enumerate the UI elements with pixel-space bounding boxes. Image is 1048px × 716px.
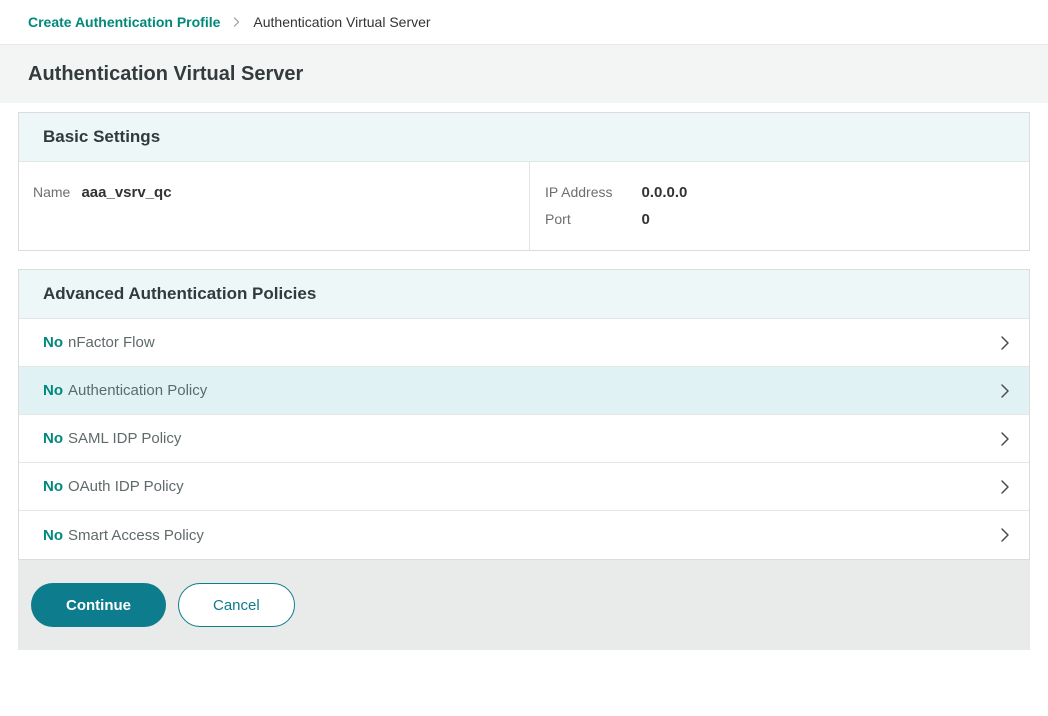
policy-row-saml-idp-policy[interactable]: No SAML IDP Policy: [19, 415, 1029, 463]
page-header: Authentication Virtual Server: [0, 45, 1048, 103]
name-field: Name aaa_vsrv_qc: [33, 179, 515, 206]
advanced-policies-title: Advanced Authentication Policies: [43, 284, 316, 304]
policy-count: No: [43, 430, 63, 447]
policy-row-nfactor-flow[interactable]: No nFactor Flow: [19, 319, 1029, 367]
advanced-policies-header: Advanced Authentication Policies: [19, 270, 1029, 319]
ip-address-value: 0.0.0.0: [642, 184, 688, 201]
chevron-right-icon: [231, 16, 242, 28]
breadcrumb-current: Authentication Virtual Server: [253, 14, 430, 30]
ip-address-field: IP Address 0.0.0.0: [545, 179, 1014, 206]
name-value: aaa_vsrv_qc: [81, 184, 171, 201]
chevron-right-icon: [997, 478, 1013, 496]
action-bar: Continue Cancel: [18, 560, 1030, 650]
basic-settings-card: Basic Settings Name aaa_vsrv_qc IP Addre…: [18, 112, 1030, 251]
advanced-authentication-policies-card: Advanced Authentication Policies No nFac…: [18, 269, 1030, 560]
name-label: Name: [33, 179, 77, 206]
policy-label: Authentication Policy: [68, 382, 207, 399]
basic-settings-right-column: IP Address 0.0.0.0 Port 0: [530, 162, 1029, 250]
breadcrumb-link-create-authentication-profile[interactable]: Create Authentication Profile: [28, 14, 220, 30]
policy-list: No nFactor Flow No Authentication Policy…: [19, 319, 1029, 559]
basic-settings-left-column: Name aaa_vsrv_qc: [19, 162, 530, 250]
cancel-button[interactable]: Cancel: [178, 583, 295, 627]
port-label: Port: [545, 206, 637, 233]
policy-count: No: [43, 382, 63, 399]
policy-count: No: [43, 527, 63, 544]
policy-label: Smart Access Policy: [68, 527, 204, 544]
basic-settings-header: Basic Settings: [19, 113, 1029, 162]
policy-label: nFactor Flow: [68, 334, 155, 351]
policy-row-smart-access-policy[interactable]: No Smart Access Policy: [19, 511, 1029, 559]
breadcrumb: Create Authentication Profile Authentica…: [0, 0, 1048, 45]
chevron-right-icon: [997, 334, 1013, 352]
policy-count: No: [43, 478, 63, 495]
basic-settings-body: Name aaa_vsrv_qc IP Address 0.0.0.0 Port…: [19, 162, 1029, 250]
policy-row-oauth-idp-policy[interactable]: No OAuth IDP Policy: [19, 463, 1029, 511]
basic-settings-title: Basic Settings: [43, 127, 160, 147]
policy-label: SAML IDP Policy: [68, 430, 181, 447]
policy-count: No: [43, 334, 63, 351]
ip-address-label: IP Address: [545, 179, 637, 206]
page-title: Authentication Virtual Server: [28, 63, 303, 86]
chevron-right-icon: [997, 526, 1013, 544]
chevron-right-icon: [997, 382, 1013, 400]
port-value: 0: [642, 211, 650, 228]
policy-label: OAuth IDP Policy: [68, 478, 184, 495]
continue-button[interactable]: Continue: [31, 583, 166, 627]
port-field: Port 0: [545, 206, 1014, 233]
chevron-right-icon: [997, 430, 1013, 448]
main-content: Basic Settings Name aaa_vsrv_qc IP Addre…: [0, 103, 1048, 560]
policy-row-authentication-policy[interactable]: No Authentication Policy: [19, 367, 1029, 415]
